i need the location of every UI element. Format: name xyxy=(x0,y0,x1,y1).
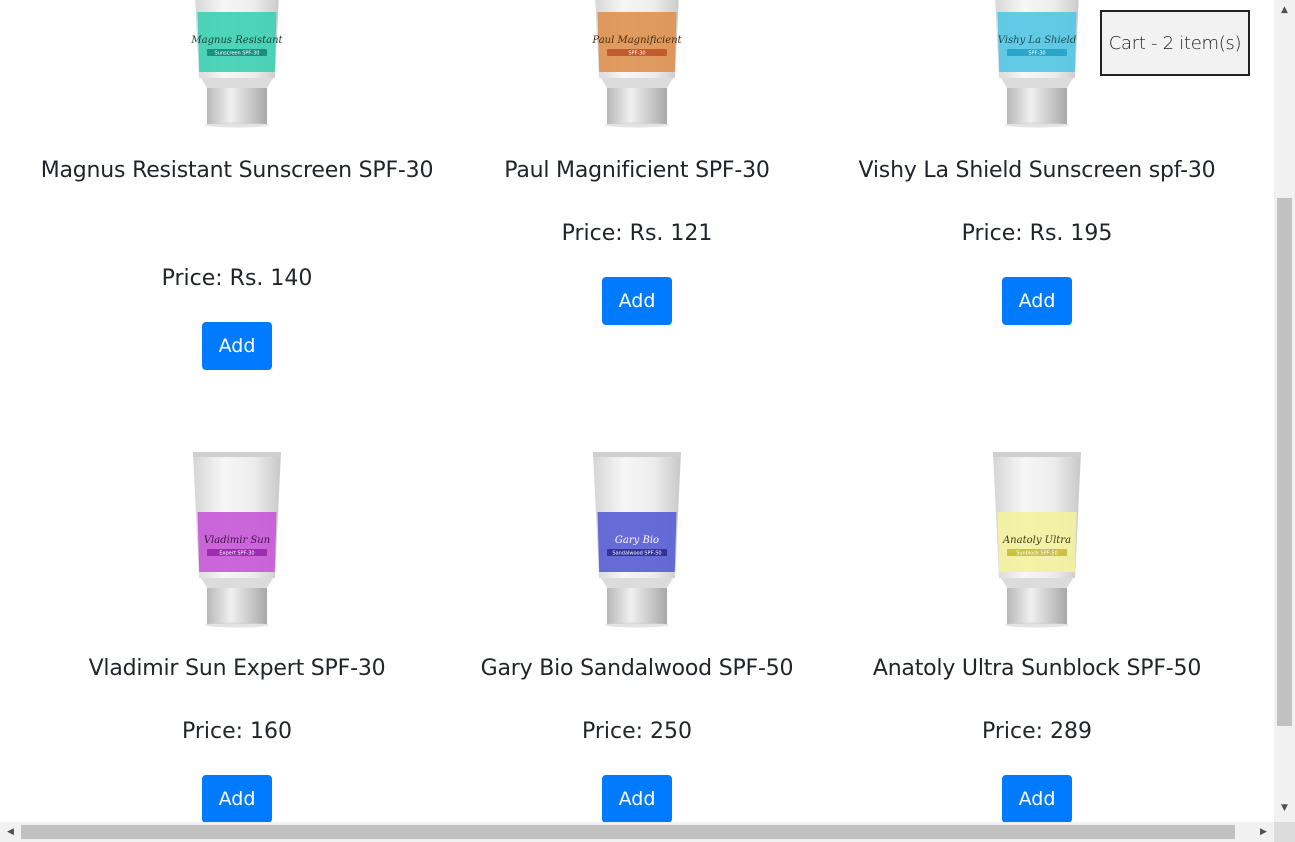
sunscreen-tube-icon: Paul Magnificient SPF-30 xyxy=(591,0,683,128)
scroll-up-icon[interactable]: ▲ xyxy=(1274,2,1295,19)
scroll-down-icon[interactable]: ▼ xyxy=(1274,800,1295,817)
product-price: Price: 289 xyxy=(981,719,1093,744)
horizontal-scroll-thumb[interactable] xyxy=(21,825,1235,839)
product-image: Vishy La Shield SPF-30 xyxy=(987,0,1087,128)
sunscreen-tube-icon: Anatoly Ultra Sunblock SPF-50 xyxy=(993,452,1081,628)
vertical-scroll-thumb[interactable] xyxy=(1277,198,1292,726)
tube-neck xyxy=(601,578,673,588)
tube-neck xyxy=(1001,78,1073,88)
tube-neck xyxy=(601,78,673,88)
add-to-cart-button[interactable]: Add xyxy=(202,322,272,370)
product-image: Vladimir Sun Expert SPF-30 xyxy=(187,448,287,628)
tube-sub-text: Sunscreen SPF-30 xyxy=(215,51,260,57)
tube-cap xyxy=(207,588,267,624)
sunscreen-tube-icon: Vladimir Sun Expert SPF-30 xyxy=(193,452,281,628)
product-name: Paul Magnificient SPF-30 xyxy=(504,158,770,183)
tube-brand-text: Vladimir Sun xyxy=(204,535,270,546)
tube-cap xyxy=(1007,88,1067,124)
tube-cap xyxy=(1007,588,1067,624)
vertical-scrollbar[interactable]: ▲ ▼ xyxy=(1274,0,1295,822)
tube-neck xyxy=(1001,578,1073,588)
cart-status[interactable]: Cart - 2 item(s) xyxy=(1100,10,1250,76)
add-to-cart-button[interactable]: Add xyxy=(602,277,672,325)
tube-cap xyxy=(607,88,667,124)
product-image: Anatoly Ultra Sunblock SPF-50 xyxy=(987,448,1087,628)
product-price: Price: 250 xyxy=(581,719,693,744)
add-to-cart-button[interactable]: Add xyxy=(602,775,672,822)
product-price: Price: Rs. 140 xyxy=(161,266,313,291)
tube-neck xyxy=(201,578,273,588)
tube-sub-text: Expert SPF-30 xyxy=(219,551,254,557)
scrollbar-corner xyxy=(1274,822,1295,842)
product-image: Gary Bio Sandalwood SPF-50 xyxy=(587,448,687,628)
page-viewport: Magnus Resistant Sunscreen SPF-30 Magnus … xyxy=(0,0,1274,822)
product-name: Magnus Resistant Sunscreen SPF-30 xyxy=(40,158,434,183)
tube-neck xyxy=(201,78,273,88)
tube-brand-text: Anatoly Ultra xyxy=(1002,535,1071,546)
tube-sub-text: SPF-30 xyxy=(628,51,645,57)
product-price: Price: Rs. 195 xyxy=(961,221,1113,246)
product-name: Gary Bio Sandalwood SPF-50 xyxy=(480,656,794,681)
tube-sub-text: Sandalwood SPF-50 xyxy=(612,551,661,557)
horizontal-scrollbar[interactable]: ◀ ▶ xyxy=(0,822,1274,842)
tube-brand-text: Magnus Resistant xyxy=(190,35,283,46)
tube-cap xyxy=(607,588,667,624)
product-price: Price: 160 xyxy=(181,719,293,744)
add-to-cart-button[interactable]: Add xyxy=(202,775,272,822)
tube-sub-text: SPF-30 xyxy=(1028,51,1045,57)
add-to-cart-button[interactable]: Add xyxy=(1002,277,1072,325)
sunscreen-tube-icon: Vishy La Shield SPF-30 xyxy=(995,0,1079,128)
sunscreen-tube-icon: Gary Bio Sandalwood SPF-50 xyxy=(593,452,681,628)
product-image: Magnus Resistant Sunscreen SPF-30 xyxy=(187,0,287,128)
sunscreen-tube-icon: Magnus Resistant Sunscreen SPF-30 xyxy=(190,0,284,128)
scroll-right-icon[interactable]: ▶ xyxy=(1255,822,1272,842)
add-to-cart-button[interactable]: Add xyxy=(1002,775,1072,822)
tube-cap xyxy=(207,88,267,124)
scroll-left-icon[interactable]: ◀ xyxy=(2,822,19,842)
tube-brand-text: Paul Magnificient xyxy=(591,35,682,46)
tube-brand-text: Vishy La Shield xyxy=(998,35,1076,46)
product-name: Vladimir Sun Expert SPF-30 xyxy=(88,656,386,681)
product-image: Paul Magnificient SPF-30 xyxy=(587,0,687,128)
product-name: Vishy La Shield Sunscreen spf-30 xyxy=(858,158,1216,183)
product-name: Anatoly Ultra Sunblock SPF-50 xyxy=(872,656,1202,681)
product-price: Price: Rs. 121 xyxy=(561,221,713,246)
tube-brand-text: Gary Bio xyxy=(615,535,659,546)
tube-sub-text: Sunblock SPF-50 xyxy=(1016,551,1058,557)
